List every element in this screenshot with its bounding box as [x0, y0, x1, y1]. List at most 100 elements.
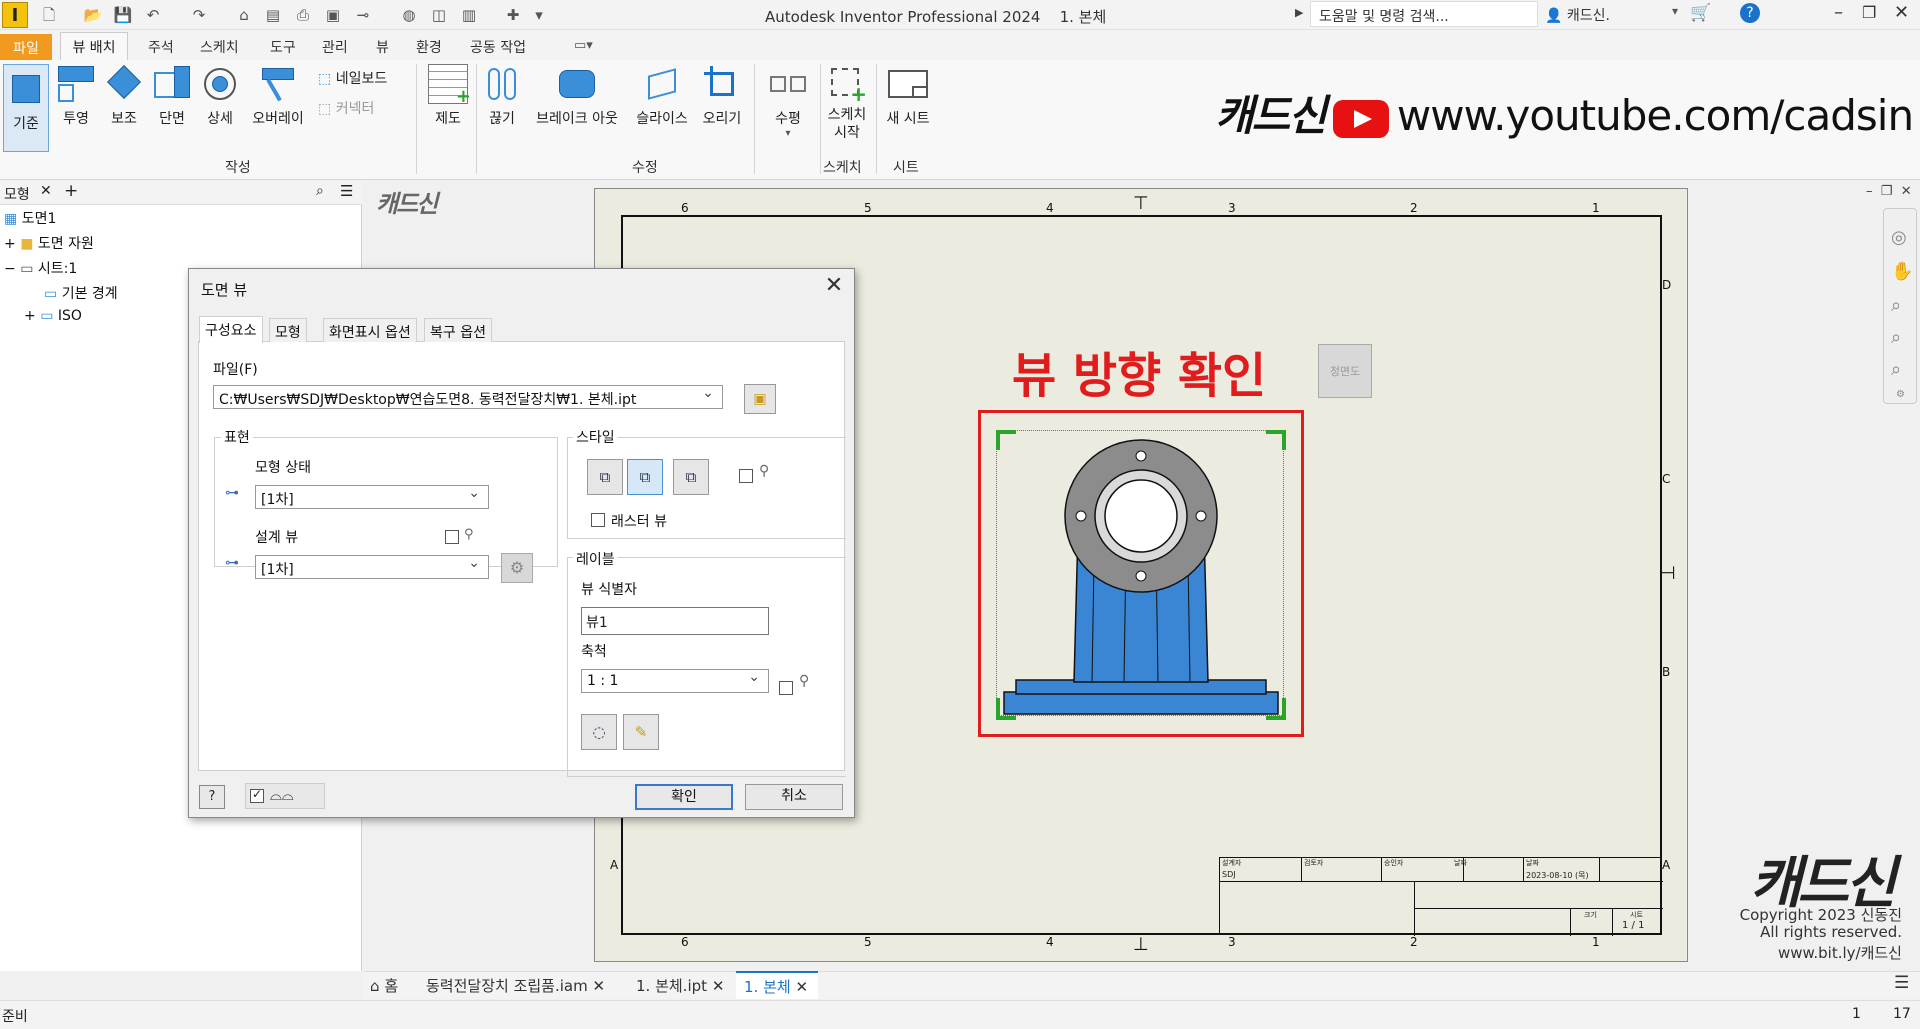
tab-view[interactable]: 뷰 — [368, 34, 397, 58]
tree-item-resources[interactable]: + ■ 도면 자원 — [4, 233, 94, 253]
minimize-icon[interactable]: – — [1866, 184, 1873, 199]
close-icon[interactable]: ✕ — [712, 977, 725, 995]
nav-options-icon[interactable]: ⚙ — [1896, 389, 1905, 400]
tree-item-sheet[interactable]: − ▭ 시트:1 — [4, 258, 77, 278]
zoom-window-icon[interactable]: ⌕ — [1891, 327, 1901, 348]
view-cube[interactable]: 정면도 — [1318, 344, 1372, 398]
menu-icon[interactable]: ☰ — [340, 182, 353, 200]
update-icon[interactable]: ▤ — [262, 4, 284, 26]
preview-toggle[interactable]: ✓ ⌓⌓ — [245, 783, 325, 809]
add-tab-icon[interactable]: + — [64, 181, 78, 201]
tab-menu-icon[interactable]: ☰ — [1894, 973, 1909, 993]
export-icon[interactable]: ▥ — [458, 4, 480, 26]
close-icon[interactable]: ✕ — [795, 978, 808, 996]
tab-annotate[interactable]: 주석 — [140, 34, 182, 58]
user-account[interactable]: 👤 캐드신. — [1545, 5, 1610, 25]
tab-model[interactable]: 모형 — [269, 318, 307, 342]
tree-item-iso[interactable]: + ▭ ISO — [24, 308, 82, 324]
save-icon[interactable]: 💾 — [112, 4, 134, 26]
section-view-button[interactable]: 단면 — [152, 64, 192, 128]
tab-place-views[interactable]: 뷰 배치 — [60, 32, 128, 62]
user-dropdown-icon[interactable]: ▾ — [1672, 4, 1678, 18]
new-icon[interactable]: 🗋 — [38, 4, 60, 26]
gear-icon[interactable]: ⚙ — [501, 553, 533, 583]
undo-icon[interactable]: ↶ — [142, 4, 164, 26]
redo-icon[interactable]: ↷ — [188, 4, 210, 26]
help-button[interactable]: ? — [199, 785, 225, 809]
restore-icon[interactable]: ❐ — [1881, 184, 1893, 199]
add-icon[interactable]: ✚ — [502, 4, 524, 26]
tab-sketch[interactable]: 스케치 — [192, 34, 247, 58]
measure-icon[interactable]: ⊸ — [352, 4, 374, 26]
toggle-label-visibility-button[interactable]: ◌ — [581, 714, 617, 750]
expand-arrow-icon[interactable]: ▶ — [1295, 6, 1303, 19]
help-icon[interactable]: ? — [1740, 3, 1760, 23]
steering-wheel-icon[interactable]: ◎ — [1891, 227, 1907, 248]
auxiliary-view-button[interactable]: 보조 — [104, 64, 144, 128]
app-logo[interactable]: I — [2, 2, 28, 28]
ok-button[interactable]: 확인 — [635, 784, 733, 810]
crop-button[interactable]: 오리기 — [700, 64, 744, 128]
cart-icon[interactable]: 🛒 — [1690, 3, 1711, 23]
align-horizontal-button[interactable]: 수평 ▾ — [764, 64, 812, 139]
tab-file[interactable]: 파일 — [0, 34, 52, 60]
file-path-select[interactable]: C:₩Users₩SDJ₩Desktop₩연습도면8. 동력전달장치₩1. 본체… — [213, 385, 723, 409]
zoom-icon[interactable]: ⌕ — [1891, 295, 1901, 316]
nailboard-button[interactable]: ⬚ 네일보드 — [318, 68, 387, 88]
browser-tab-model[interactable]: 모형 — [4, 184, 30, 204]
tab-recovery-options[interactable]: 복구 옵션 — [424, 318, 492, 342]
close-icon[interactable]: ✕ — [593, 977, 606, 995]
break-button[interactable]: 끊기 — [482, 64, 522, 128]
customize-icon[interactable]: ▾ — [528, 4, 550, 26]
properties-icon[interactable]: ▣ — [322, 4, 344, 26]
appearance-icon[interactable]: ◫ — [428, 4, 450, 26]
model-state-select[interactable]: [1차] — [255, 485, 489, 509]
doc-tab-part[interactable]: 1. 본체.ipt ✕ — [636, 975, 724, 996]
dialog-close-icon[interactable]: ✕ — [820, 273, 848, 299]
edit-view-label-button[interactable]: ✎ — [623, 714, 659, 750]
tab-tools[interactable]: 도구 — [262, 34, 304, 58]
tab-component[interactable]: 구성요소 — [199, 316, 263, 343]
tree-item-border[interactable]: ▭ 기본 경계 — [44, 283, 118, 303]
scale-associative-checkbox[interactable] — [779, 681, 793, 695]
tree-item-drawing[interactable]: ▦ 도면1 — [4, 208, 56, 228]
material-icon[interactable]: ◍ — [398, 4, 420, 26]
open-file-icon[interactable]: ▣ — [744, 384, 776, 414]
home-icon[interactable]: ⌂ — [233, 4, 255, 26]
doc-tab-assembly[interactable]: 동력전달장치 조립품.iam ✕ — [426, 975, 605, 996]
cancel-button[interactable]: 취소 — [745, 784, 843, 810]
print-icon[interactable]: ⎙ — [292, 4, 314, 26]
style-shaded-button[interactable]: ⧉ — [673, 459, 709, 495]
view-id-input[interactable]: 뷰1 — [581, 607, 769, 635]
start-sketch-button[interactable]: + 스케치 시작 — [822, 64, 872, 142]
open-icon[interactable]: 📂 — [82, 4, 104, 26]
detail-view-button[interactable]: 상세 — [200, 64, 240, 128]
tab-display-options[interactable]: 화면표시 옵션 — [323, 318, 417, 342]
base-view-button[interactable]: 기준 — [3, 64, 49, 152]
part-front-view[interactable] — [996, 430, 1286, 720]
tab-manage[interactable]: 관리 — [314, 34, 356, 58]
slice-button[interactable]: 슬라이스 — [632, 64, 692, 128]
raster-view-checkbox[interactable] — [591, 513, 605, 527]
break-out-button[interactable]: 브레이크 아웃 — [530, 64, 624, 128]
design-view-select[interactable]: [1차] — [255, 555, 489, 579]
close-icon[interactable]: ✕ — [1901, 184, 1912, 199]
close-icon[interactable]: ✕ — [1894, 2, 1909, 23]
doc-tab-drawing[interactable]: 1. 본체 ✕ — [736, 971, 818, 999]
restore-icon[interactable]: ❐ — [1862, 3, 1876, 22]
draft-button[interactable]: + 제도 — [428, 64, 471, 128]
style-hidden-line-button[interactable]: ⧉ — [587, 459, 623, 495]
design-view-associative-checkbox[interactable] — [445, 530, 459, 544]
pan-icon[interactable]: ✋ — [1891, 261, 1913, 282]
search-icon[interactable]: ⌕ — [316, 183, 324, 199]
zoom-selected-icon[interactable]: ⌕ — [1891, 359, 1901, 380]
panel-toggle-icon[interactable]: ▭▾ — [574, 38, 593, 53]
style-hidden-line-removed-button[interactable]: ⧉ — [627, 459, 663, 495]
tab-environments[interactable]: 환경 — [408, 34, 450, 58]
tab-collaborate[interactable]: 공동 작업 — [462, 34, 534, 58]
new-sheet-button[interactable]: 새 시트 — [880, 64, 936, 128]
minimize-icon[interactable]: – — [1834, 2, 1843, 23]
canvas-window-controls[interactable]: – ❐ ✕ — [1866, 184, 1912, 199]
scale-select[interactable]: 1 : 1 — [581, 669, 769, 693]
help-search-input[interactable]: 도움말 및 명령 검색... — [1310, 1, 1538, 27]
